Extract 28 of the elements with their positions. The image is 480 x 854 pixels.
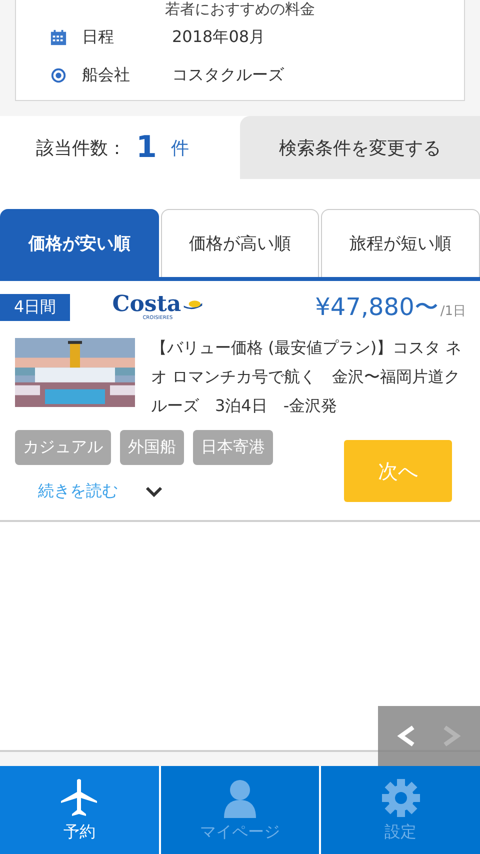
- chevron-down-icon[interactable]: [144, 486, 164, 498]
- duration-badge: 4日間: [0, 294, 70, 320]
- settings-icon: [380, 778, 421, 818]
- condition-label: 日程: [82, 26, 115, 48]
- cruise-title: 【バリュー価格 (最安値プラン)】コスタ ネオ ロマンチカ号で航く 金沢〜福岡片道クルーズ 3泊4日 -金沢発: [151, 337, 463, 417]
- condition-label: 船会社: [82, 64, 131, 86]
- price: ¥47,880〜: [315, 292, 438, 323]
- change-conditions-button[interactable]: 検索条件を変更する: [240, 116, 480, 179]
- boat-icon: [183, 298, 204, 310]
- read-more-link[interactable]: 続きを読む: [38, 481, 118, 502]
- count-unit: 件: [170, 136, 189, 160]
- sort-tab[interactable]: 価格が安い順: [0, 209, 159, 277]
- sort-tab[interactable]: 価格が高い順: [160, 209, 320, 277]
- condition-value: コスタクルーズ: [172, 64, 284, 86]
- count-number: 1: [136, 130, 157, 165]
- calendar-icon: [50, 28, 67, 46]
- logo-text: Costa: [112, 293, 182, 315]
- tag: カジュアル: [15, 430, 111, 465]
- sort-tab[interactable]: 旅程が短い順: [321, 209, 480, 277]
- tag: 外国船: [120, 430, 184, 465]
- radio-icon: [50, 66, 67, 84]
- condition-value: 2018年08月: [172, 26, 266, 48]
- tag: 日本寄港: [193, 430, 273, 465]
- price-unit: /1日: [440, 303, 466, 320]
- nav-tab[interactable]: 予約: [0, 766, 159, 854]
- airplane-icon: [59, 778, 100, 818]
- note-text: 若者におすすめの料金: [164, 0, 316, 18]
- count-label: 該当件数：: [36, 136, 126, 160]
